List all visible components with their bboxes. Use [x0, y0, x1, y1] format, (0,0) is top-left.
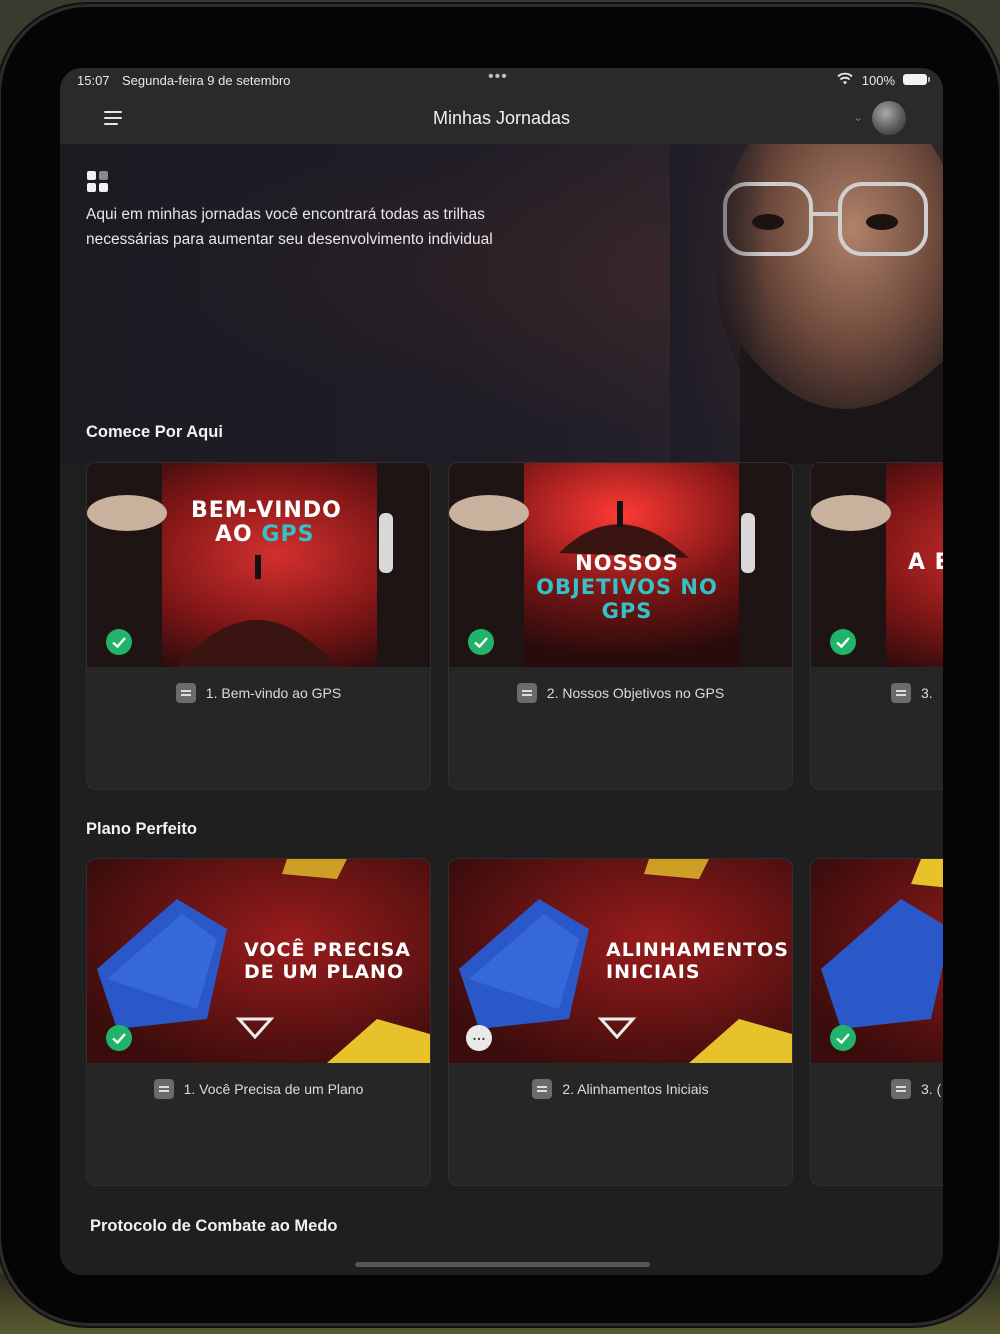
- thumb-title-line1: NOSSOS: [575, 551, 679, 575]
- lesson-card[interactable]: 3. (: [810, 858, 943, 1186]
- battery-icon: [903, 74, 930, 85]
- lesson-label: 1. Bem-vindo ao GPS: [87, 683, 430, 703]
- check-circle-icon: [106, 629, 132, 655]
- check-circle-icon: [830, 1025, 856, 1051]
- document-icon: [516, 683, 537, 703]
- section-title-comece: Comece Por Aqui: [86, 423, 223, 441]
- lesson-thumbnail: [811, 859, 943, 1063]
- presenter-portrait: [670, 144, 943, 464]
- document-icon: [175, 683, 196, 703]
- avatar[interactable]: [872, 101, 906, 135]
- nav-bar: Minhas Jornadas ⌄: [60, 92, 943, 145]
- document-icon: [153, 1079, 174, 1099]
- home-indicator[interactable]: [355, 1262, 650, 1267]
- status-date: Segunda-feira 9 de setembro: [122, 73, 291, 88]
- lesson-card[interactable]: ALINHAMENTOS INICIAIS … 2. Alinhamentos …: [448, 858, 793, 1186]
- lesson-label: 2. Alinhamentos Iniciais: [449, 1079, 792, 1099]
- thumb-title-line2: INICIAIS: [606, 961, 701, 983]
- document-icon: [891, 683, 911, 703]
- thumb-title-highlight: OBJETIVOS NO GPS: [536, 575, 718, 623]
- lesson-label: 3.: [811, 683, 943, 703]
- lesson-label: 2. Nossos Objetivos no GPS: [449, 683, 792, 703]
- lesson-label: 1. Você Precisa de um Plano: [87, 1079, 430, 1099]
- page-title: Minhas Jornadas: [432, 108, 571, 128]
- lesson-thumbnail: ALINHAMENTOS INICIAIS …: [449, 859, 792, 1063]
- lesson-card[interactable]: VOCÊ PRECISA DE UM PLANO 1. Você Precisa…: [86, 858, 431, 1186]
- document-icon: [532, 1079, 553, 1099]
- section-title-plano: Plano Perfeito: [86, 820, 197, 838]
- check-circle-icon: [468, 629, 494, 655]
- thumb-title-line1: A E: [908, 550, 943, 575]
- thumb-title-line1: BEM-VINDO: [191, 498, 342, 523]
- thumb-title-line1: ALINHAMENTOS: [606, 939, 789, 961]
- chevron-down-icon[interactable]: ⌄: [853, 110, 863, 124]
- tablet-frame: 15:07 Segunda-feira 9 de setembro ••• 10…: [0, 4, 1000, 1326]
- multitask-dots[interactable]: •••: [488, 68, 508, 86]
- lesson-thumbnail: A E: [811, 463, 943, 667]
- thumb-title-highlight: GPS: [261, 522, 315, 547]
- document-icon: [891, 1079, 911, 1099]
- thumb-title-line2: AO: [215, 522, 262, 547]
- lesson-card[interactable]: A E 3.: [810, 462, 943, 790]
- door-scene-image: [87, 463, 430, 667]
- carousel-plano[interactable]: VOCÊ PRECISA DE UM PLANO 1. Você Precisa…: [86, 858, 943, 1188]
- lesson-thumbnail: NOSSOS OBJETIVOS NO GPS: [449, 463, 792, 667]
- wifi-icon: [837, 72, 853, 85]
- lesson-thumbnail: VOCÊ PRECISA DE UM PLANO: [87, 859, 430, 1063]
- lesson-label: 3. (: [811, 1079, 943, 1099]
- check-circle-icon: [830, 629, 856, 655]
- battery-percent: 100%: [861, 73, 895, 88]
- status-time: 15:07: [77, 73, 110, 88]
- section-title-protocolo: Protocolo de Combate ao Medo: [90, 1217, 338, 1235]
- carousel-comece[interactable]: BEM-VINDO AO GPS 1. Bem-vindo ao GPS NOS…: [86, 462, 943, 792]
- grid-icon: [87, 171, 109, 193]
- thumb-title-line2: DE UM PLANO: [244, 961, 405, 983]
- lesson-card[interactable]: NOSSOS OBJETIVOS NO GPS 2. Nossos Objeti…: [448, 462, 793, 790]
- check-circle-icon: [106, 1025, 132, 1051]
- lesson-card[interactable]: BEM-VINDO AO GPS 1. Bem-vindo ao GPS: [86, 462, 431, 790]
- status-bar: 15:07 Segunda-feira 9 de setembro ••• 10…: [60, 68, 943, 92]
- lesson-thumbnail: BEM-VINDO AO GPS: [87, 463, 430, 667]
- screen: 15:07 Segunda-feira 9 de setembro ••• 10…: [60, 68, 943, 1275]
- hero-description: Aqui em minhas jornadas você encontrará …: [86, 206, 493, 248]
- thumb-title-line1: VOCÊ PRECISA: [244, 939, 411, 961]
- ellipsis-circle-icon: …: [466, 1025, 492, 1051]
- hero-banner: Aqui em minhas jornadas você encontrará …: [60, 144, 943, 464]
